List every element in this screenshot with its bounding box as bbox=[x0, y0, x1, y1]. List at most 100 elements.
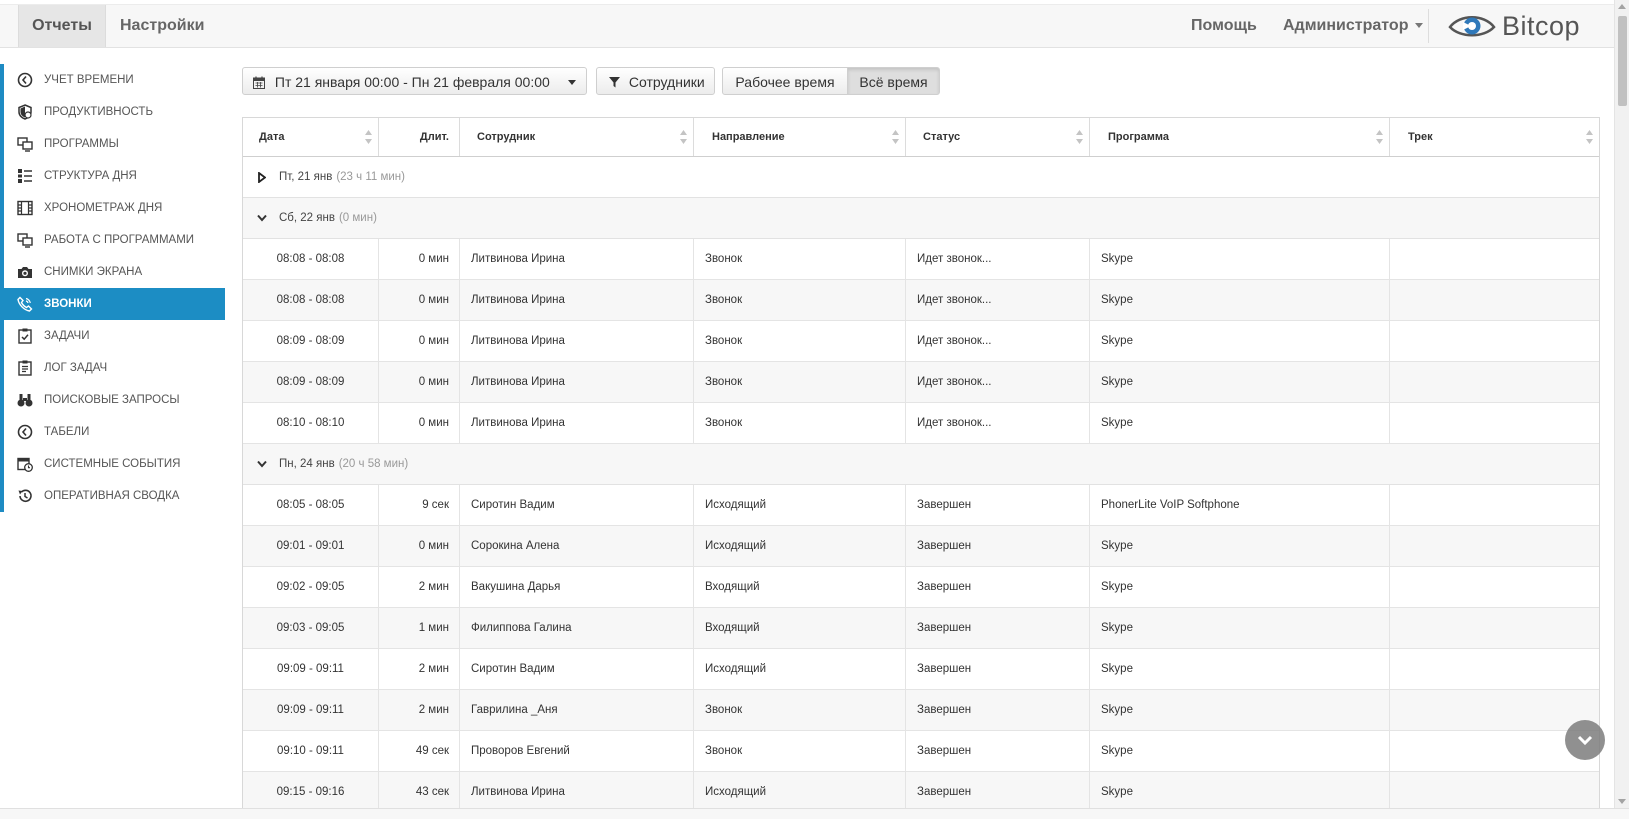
cell-program: Skype bbox=[1090, 280, 1390, 320]
help-link[interactable]: Помощь bbox=[1191, 5, 1257, 47]
group-day: Пн, 24 янв bbox=[279, 458, 335, 470]
cell-status: Идет звонок... bbox=[906, 239, 1090, 279]
cell-status: Идет звонок... bbox=[906, 321, 1090, 361]
group-row[interactable]: Сб, 22 янв (0 мин) bbox=[243, 198, 1599, 239]
task-log-icon bbox=[16, 359, 34, 377]
sidebar-item-search-queries[interactable]: ПОИСКОВЫЕ ЗАПРОСЫ bbox=[0, 384, 225, 416]
group-total-duration: (20 ч 58 мин) bbox=[338, 458, 409, 470]
cell-duration: 2 мин bbox=[379, 690, 460, 730]
table-row[interactable]: 08:09 - 08:09 0 мин Литвинова Ирина Звонок И… bbox=[243, 362, 1599, 403]
sidebar-item-system-events[interactable]: СИСТЕМНЫЕ СОБЫТИЯ bbox=[0, 448, 225, 480]
sidebar-item-productivity[interactable]: ПРОДУКТИВНОСТЬ bbox=[0, 96, 225, 128]
sidebar-item-label: ПОИСКОВЫЕ ЗАПРОСЫ bbox=[44, 394, 180, 406]
cell-employee: Вакушина Дарья bbox=[460, 567, 694, 607]
sidebar-item-tasks[interactable]: ЗАДАЧИ bbox=[0, 320, 225, 352]
sidebar-item-program-work[interactable]: РАБОТА С ПРОГРАММАМИ bbox=[0, 224, 225, 256]
tab-settings[interactable]: Настройки bbox=[120, 5, 204, 47]
cell-employee: Филиппова Галина bbox=[460, 608, 694, 648]
cell-duration: 2 мин bbox=[379, 567, 460, 607]
column-header-direction[interactable]: Направление bbox=[694, 118, 906, 156]
cell-duration: 43 сек bbox=[379, 772, 460, 812]
table-row[interactable]: 09:09 - 09:11 2 мин Гаврилина _Аня Звонок За… bbox=[243, 690, 1599, 731]
scroll-to-bottom-button[interactable] bbox=[1565, 720, 1605, 760]
binoculars-icon bbox=[16, 391, 34, 409]
user-name: Администратор bbox=[1283, 17, 1409, 34]
group-row[interactable]: Пн, 24 янв (20 ч 58 мин) bbox=[243, 444, 1599, 485]
table-row[interactable]: 09:03 - 09:05 1 мин Филиппова Галина Входящ… bbox=[243, 608, 1599, 649]
table-row[interactable]: 08:10 - 08:10 0 мин Литвинова Ирина Звонок И… bbox=[243, 403, 1599, 444]
table-body: Пт, 21 янв (23 ч 11 мин) Сб, 22 янв (0 мин)… bbox=[243, 157, 1599, 813]
chevron-down-icon[interactable] bbox=[257, 214, 267, 222]
cell-duration: 0 мин bbox=[379, 280, 460, 320]
tab-reports[interactable]: Отчеты bbox=[18, 5, 106, 47]
page-scrollbar[interactable] bbox=[1614, 0, 1629, 808]
sidebar-item-operational-summary[interactable]: ОПЕРАТИВНАЯ СВОДКА bbox=[0, 480, 225, 512]
scroll-up-arrow-icon[interactable] bbox=[1618, 4, 1626, 9]
column-header-program[interactable]: Программа bbox=[1090, 118, 1390, 156]
date-range-text: Пт 21 января 00:00 - Пн 21 февраля 00:00 bbox=[274, 74, 550, 90]
table-row[interactable]: 09:15 - 09:16 43 сек Литвинова Ирина Исходя… bbox=[243, 772, 1599, 813]
sidebar-item-screenshots[interactable]: СНИМКИ ЭКРАНА bbox=[0, 256, 225, 288]
column-header-date[interactable]: Дата bbox=[243, 118, 379, 156]
cell-program: Skype bbox=[1090, 608, 1390, 648]
sidebar-item-day-timing[interactable]: ХРОНОМЕТРАЖ ДНЯ bbox=[0, 192, 225, 224]
calendar-icon bbox=[253, 70, 265, 98]
table-row[interactable]: 08:09 - 08:09 0 мин Литвинова Ирина Звонок И… bbox=[243, 321, 1599, 362]
shield-icon bbox=[16, 103, 34, 121]
date-range-picker[interactable]: Пт 21 января 00:00 - Пн 21 февраля 00:00 bbox=[242, 67, 587, 95]
scroll-down-arrow-icon[interactable] bbox=[1618, 799, 1626, 804]
sidebar-item-label: ПРОГРАММЫ bbox=[44, 138, 119, 150]
column-header-employee[interactable]: Сотрудник bbox=[460, 118, 694, 156]
group-day: Пт, 21 янв bbox=[279, 171, 333, 183]
caret-right-icon[interactable] bbox=[257, 171, 267, 183]
cell-direction: Звонок bbox=[694, 690, 906, 730]
cell-direction: Входящий bbox=[694, 567, 906, 607]
sidebar-item-time-tracking[interactable]: УЧЕТ ВРЕМЕНИ bbox=[0, 64, 225, 96]
cell-date: 09:10 - 09:11 bbox=[243, 731, 379, 771]
table-row[interactable]: 09:02 - 09:05 2 мин Вакушина Дарья Входящий… bbox=[243, 567, 1599, 608]
table-row[interactable]: 08:08 - 08:08 0 мин Литвинова Ирина Звонок И… bbox=[243, 280, 1599, 321]
column-header-track[interactable]: Трек bbox=[1390, 118, 1599, 156]
sidebar-item-label: ЗВОНКИ bbox=[44, 298, 92, 310]
sidebar-item-day-structure[interactable]: СТРУКТУРА ДНЯ bbox=[0, 160, 225, 192]
chevron-down-icon[interactable] bbox=[257, 460, 267, 468]
table-row[interactable]: 08:08 - 08:08 0 мин Литвинова Ирина Звонок И… bbox=[243, 239, 1599, 280]
cell-duration: 49 сек bbox=[379, 731, 460, 771]
alltime-toggle[interactable]: Всё время bbox=[847, 67, 940, 95]
employees-filter-label: Сотрудники bbox=[628, 74, 705, 90]
sidebar-item-label: ОПЕРАТИВНАЯ СВОДКА bbox=[44, 490, 180, 502]
table-row[interactable]: 09:01 - 09:01 0 мин Сорокина Алена Исходящи… bbox=[243, 526, 1599, 567]
sort-icon bbox=[1586, 130, 1593, 144]
user-menu[interactable]: Администратор bbox=[1283, 5, 1424, 47]
cell-track bbox=[1390, 239, 1599, 279]
worktime-toggle[interactable]: Рабочее время bbox=[722, 67, 848, 95]
cell-direction: Входящий bbox=[694, 608, 906, 648]
sidebar-item-label: УЧЕТ ВРЕМЕНИ bbox=[44, 74, 134, 86]
window-bottom-edge bbox=[0, 808, 1629, 819]
group-day: Сб, 22 янв bbox=[279, 212, 335, 224]
sidebar-item-timesheets[interactable]: ТАБЕЛИ bbox=[0, 416, 225, 448]
column-header-status[interactable]: Статус bbox=[906, 118, 1090, 156]
sidebar-item-calls[interactable]: ЗВОНКИ bbox=[0, 288, 225, 320]
column-header-duration[interactable]: Длит. bbox=[379, 118, 460, 156]
sidebar-item-programs[interactable]: ПРОГРАММЫ bbox=[0, 128, 225, 160]
table-row[interactable]: 08:05 - 08:05 9 сек Сиротин Вадим Исходящий… bbox=[243, 485, 1599, 526]
table-row[interactable]: 09:09 - 09:11 2 мин Сиротин Вадим Исходящий… bbox=[243, 649, 1599, 690]
film-icon bbox=[16, 199, 34, 217]
cell-direction: Звонок bbox=[694, 731, 906, 771]
table-row[interactable]: 09:10 - 09:11 49 сек Проворов Евгений Звоно… bbox=[243, 731, 1599, 772]
cell-employee: Гаврилина _Аня bbox=[460, 690, 694, 730]
cell-status: Завершен bbox=[906, 731, 1090, 771]
scrollbar-thumb[interactable] bbox=[1618, 16, 1627, 106]
cell-status: Завершен bbox=[906, 608, 1090, 648]
top-navbar: Отчеты Настройки Помощь Администратор Bi… bbox=[0, 4, 1614, 48]
cell-track bbox=[1390, 403, 1599, 443]
group-row[interactable]: Пт, 21 янв (23 ч 11 мин) bbox=[243, 157, 1599, 198]
history-icon bbox=[16, 487, 34, 505]
sidebar-item-task-log[interactable]: ЛОГ ЗАДАЧ bbox=[0, 352, 225, 384]
employees-filter-button[interactable]: Сотрудники bbox=[596, 67, 715, 95]
sidebar-item-label: ЛОГ ЗАДАЧ bbox=[44, 362, 108, 374]
cell-direction: Звонок bbox=[694, 403, 906, 443]
cell-date: 08:08 - 08:08 bbox=[243, 239, 379, 279]
camera-icon bbox=[16, 263, 34, 281]
